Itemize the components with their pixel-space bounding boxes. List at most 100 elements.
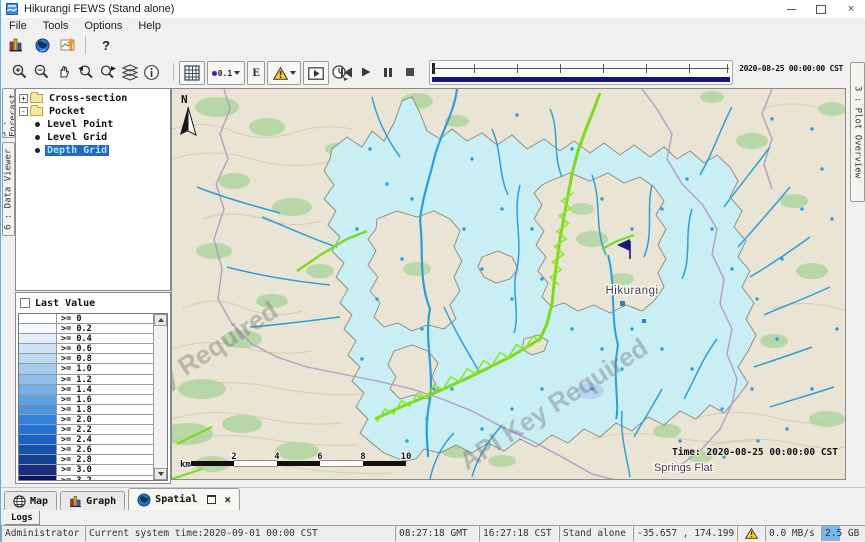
- chevron-down-icon: [290, 71, 296, 75]
- title-bar: Hikurangi FEWS (Stand alone) ×: [1, 0, 865, 19]
- legend-row-label: >= 0.6: [57, 344, 92, 353]
- tree-node-level-grid[interactable]: Level Grid: [19, 131, 170, 143]
- scale-value: 0.1: [218, 69, 232, 78]
- logs-button[interactable]: Logs: [4, 510, 40, 525]
- legend-row[interactable]: >= 2.6: [19, 445, 153, 455]
- status-warning[interactable]: [737, 525, 765, 542]
- legend-row[interactable]: >= 0: [19, 314, 153, 324]
- menu-options[interactable]: Options: [76, 18, 130, 34]
- tree-node-level-point[interactable]: Level Point: [19, 118, 170, 130]
- tree-node-label: Cross-section: [47, 93, 129, 104]
- menu-help[interactable]: Help: [130, 18, 169, 34]
- classbreak-scale-dropdown[interactable]: 0.1: [207, 61, 245, 85]
- menu-file[interactable]: File: [1, 18, 35, 34]
- globe-icon: [35, 38, 50, 53]
- map-canvas: API Key Required API Key Required Hikura…: [172, 89, 845, 479]
- zoom-next-button[interactable]: [99, 61, 117, 83]
- map-display-button[interactable]: [31, 34, 53, 56]
- movie-icon: [308, 67, 324, 80]
- legend-row[interactable]: >= 2.4: [19, 435, 153, 445]
- legend-row[interactable]: >= 1.8: [19, 405, 153, 415]
- legend-row[interactable]: >= 0.8: [19, 354, 153, 364]
- zoom-in-button[interactable]: [11, 61, 29, 83]
- legend-row-label: >= 1.6: [57, 395, 92, 404]
- status-system-time: Current system time:2020-09-01 00:00 CST: [85, 525, 395, 542]
- animation-button[interactable]: [303, 61, 329, 85]
- legend-row[interactable]: >= 2.2: [19, 425, 153, 435]
- legend-row[interactable]: >= 0.6: [19, 344, 153, 354]
- status-bar: Administrator Current system time:2020-0…: [1, 525, 865, 542]
- thresholds-dropdown[interactable]: [267, 61, 301, 85]
- tab-graph[interactable]: Graph: [60, 491, 125, 510]
- folder-icon: [30, 107, 43, 116]
- legend-row[interactable]: >= 1.0: [19, 364, 153, 374]
- pause-button[interactable]: [379, 61, 397, 83]
- menu-tools[interactable]: Tools: [35, 18, 77, 34]
- scroll-up-button[interactable]: [154, 314, 167, 326]
- legend-color-swatch: [19, 314, 57, 323]
- legend-row[interactable]: >= 3.0: [19, 465, 153, 475]
- help-button[interactable]: ?: [92, 38, 120, 53]
- info-button[interactable]: [143, 61, 160, 83]
- map-view[interactable]: API Key Required API Key Required Hikura…: [171, 88, 846, 480]
- legend-color-swatch: [19, 425, 57, 434]
- grid-display-button[interactable]: [179, 61, 205, 85]
- legend-color-swatch: [19, 435, 57, 444]
- legend-row[interactable]: >= 0.2: [19, 324, 153, 334]
- legend-row-label: >= 0: [57, 314, 81, 323]
- sidebar-tab-plot-overview[interactable]: 3 : Plot Overview: [850, 62, 865, 202]
- tree-expander-icon[interactable]: +: [19, 94, 28, 103]
- zoom-previous-button[interactable]: [77, 61, 95, 83]
- legend-row[interactable]: >= 2.8: [19, 455, 153, 465]
- sidebar-tab-forecast[interactable]: 5 : Forecast: [2, 88, 15, 138]
- panel-restore-icon[interactable]: [207, 495, 216, 504]
- place-label-hikurangi: Hikurangi: [605, 285, 658, 297]
- legend-scrollbar[interactable]: [153, 314, 167, 480]
- layers-icon: [121, 63, 139, 81]
- panel-close-icon[interactable]: ×: [224, 493, 231, 506]
- legend-row[interactable]: >= 1.6: [19, 395, 153, 405]
- last-value-checkbox[interactable]: [20, 298, 30, 308]
- legend-row-label: >= 3.0: [57, 465, 92, 474]
- legend-color-swatch: [19, 476, 57, 481]
- profile-chart-icon: [60, 37, 77, 53]
- stop-button[interactable]: [401, 61, 419, 83]
- status-memory[interactable]: 2.5 GB: [821, 525, 865, 542]
- tab-map[interactable]: Map: [4, 491, 57, 510]
- tree-node-pocket[interactable]: -Pocket: [19, 105, 170, 117]
- close-icon: ×: [848, 3, 854, 15]
- legend-table: >= 0>= 0.2>= 0.4>= 0.6>= 0.8>= 1.0>= 1.2…: [18, 313, 168, 481]
- svg-text:2: 2: [231, 452, 236, 462]
- zoom-out-button[interactable]: [33, 61, 51, 83]
- legend-color-swatch: [19, 455, 57, 464]
- legend-row[interactable]: >= 1.2: [19, 375, 153, 385]
- legend-color-swatch: [19, 375, 57, 384]
- legend-row[interactable]: >= 3.2: [19, 476, 153, 481]
- layers-button[interactable]: [121, 61, 139, 83]
- play-button[interactable]: [357, 61, 375, 83]
- pan-button[interactable]: [55, 61, 73, 83]
- step-back-button[interactable]: [337, 61, 355, 83]
- legend-row[interactable]: >= 0.4: [19, 334, 153, 344]
- tab-spatial[interactable]: Spatial ×: [128, 488, 240, 510]
- label-toggle-button[interactable]: E: [247, 61, 265, 85]
- maximize-button[interactable]: [806, 0, 836, 18]
- minimize-button[interactable]: [776, 0, 806, 18]
- time-series-button[interactable]: [57, 34, 79, 56]
- time-slider[interactable]: [429, 60, 733, 85]
- svg-text:10: 10: [401, 452, 412, 462]
- tree: + Cross-section-PocketLevel PointLevel Gr…: [16, 89, 170, 156]
- legend-row-label: >= 2.8: [57, 455, 92, 464]
- close-button[interactable]: ×: [836, 0, 865, 18]
- legend-row[interactable]: >= 1.4: [19, 385, 153, 395]
- legend-row[interactable]: >= 2.0: [19, 415, 153, 425]
- tree-node-depth-grid[interactable]: Depth Grid: [19, 144, 170, 156]
- sidebar-tab-data-viewer[interactable]: 6 : Data Viewer: [2, 142, 15, 236]
- globe-icon: [137, 493, 151, 507]
- legend-color-swatch: [19, 415, 57, 424]
- label-toggle-glyph: E: [252, 68, 260, 79]
- scroll-down-button[interactable]: [154, 468, 167, 480]
- tree-expander-icon[interactable]: -: [19, 107, 28, 116]
- forecast-manager-button[interactable]: [5, 34, 27, 56]
- tree-node-cross-section[interactable]: + Cross-section: [19, 92, 170, 104]
